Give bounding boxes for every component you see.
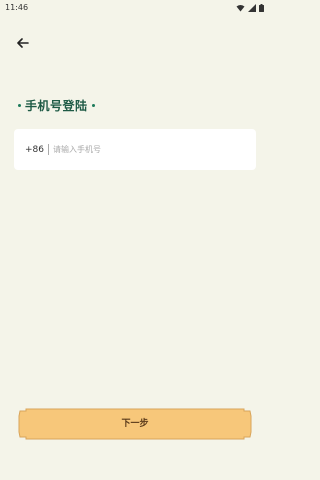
page-title: 手机号登陆 <box>25 99 88 113</box>
title-dot-right <box>91 104 95 107</box>
next-step-button[interactable]: 下一步 <box>18 408 252 440</box>
signal-icon <box>248 4 256 12</box>
status-time: 11:46 <box>5 3 29 12</box>
divider <box>48 144 49 155</box>
next-button-label: 下一步 <box>121 419 149 429</box>
title-row: 手机号登陆 <box>18 97 95 114</box>
title-dot-left <box>18 104 21 107</box>
phone-input[interactable] <box>53 145 233 154</box>
arrow-left-icon <box>17 38 29 48</box>
status-icons <box>236 4 264 12</box>
back-button[interactable] <box>12 32 34 54</box>
status-bar: 11:46 <box>0 0 270 16</box>
wifi-icon <box>236 5 245 12</box>
phone-input-card: +86 <box>14 129 256 170</box>
battery-icon <box>259 4 264 12</box>
country-code[interactable]: +86 <box>25 145 45 155</box>
